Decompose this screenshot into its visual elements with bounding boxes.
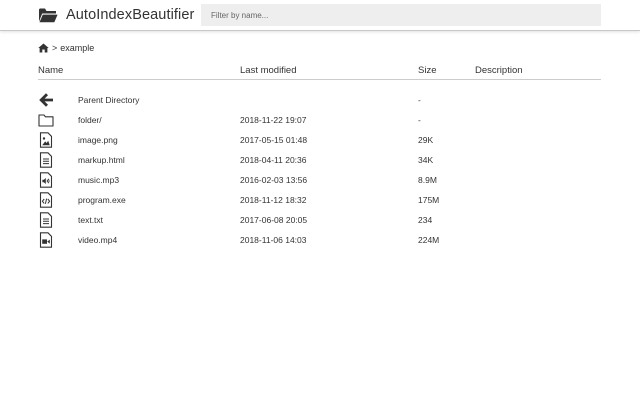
row-size: 8.9M (418, 175, 437, 185)
table-row[interactable]: folder/ 2018-11-22 19:07 - (0, 112, 640, 132)
breadcrumb-separator: > (52, 43, 58, 53)
row-name[interactable]: Parent Directory (78, 95, 139, 106)
row-name[interactable]: text.txt (78, 215, 103, 226)
row-name[interactable]: program.exe (78, 195, 126, 206)
row-size: 34K (418, 155, 434, 165)
table-row[interactable]: video.mp4 2018-11-06 14:03 224M (0, 232, 640, 252)
row-name[interactable]: video.mp4 (78, 235, 117, 246)
row-name[interactable]: music.mp3 (78, 175, 119, 186)
row-modified: 2018-04-11 20:36 (240, 155, 307, 165)
home-icon[interactable] (38, 43, 49, 53)
row-modified: 2018-11-06 14:03 (240, 235, 307, 245)
app-title: AutoIndexBeautifier (66, 7, 195, 23)
audio-file-icon (39, 172, 53, 188)
image-file-icon (39, 132, 53, 148)
row-size: 224M (418, 235, 440, 245)
code-file-icon (39, 192, 53, 208)
row-size: 29K (418, 135, 434, 145)
row-modified: 2018-11-12 18:32 (240, 195, 307, 205)
row-name[interactable]: folder/ (78, 115, 102, 126)
table-row[interactable]: Parent Directory - (0, 92, 640, 112)
header-divider (38, 79, 601, 80)
table-row[interactable]: markup.html 2018-04-11 20:36 34K (0, 152, 640, 172)
row-size: 175M (418, 195, 440, 205)
table-row[interactable]: music.mp3 2016-02-03 13:56 8.9M (0, 172, 640, 192)
column-header-description[interactable]: Description (475, 65, 523, 76)
row-modified: 2017-05-15 01:48 (240, 135, 308, 145)
row-name[interactable]: image.png (78, 135, 118, 146)
row-size: - (418, 95, 421, 105)
table-row[interactable]: program.exe 2018-11-12 18:32 175M (0, 192, 640, 212)
row-name[interactable]: markup.html (78, 155, 125, 166)
text-file-icon (39, 212, 53, 228)
row-modified: 2016-02-03 13:56 (240, 175, 308, 185)
folder-open-icon (39, 8, 58, 23)
top-header: AutoIndexBeautifier (0, 0, 640, 31)
text-file-icon (39, 152, 53, 168)
breadcrumb: > example (38, 42, 94, 54)
table-row[interactable]: image.png 2017-05-15 01:48 29K (0, 132, 640, 152)
arrow-left-icon (39, 93, 53, 107)
video-file-icon (39, 232, 53, 248)
filter-input[interactable] (201, 4, 601, 26)
row-size: - (418, 115, 421, 125)
folder-icon (38, 114, 54, 127)
row-size: 234 (418, 215, 433, 225)
breadcrumb-current: example (60, 43, 95, 53)
row-modified: 2017-06-08 20:05 (240, 215, 308, 225)
row-modified: 2018-11-22 19:07 (240, 115, 307, 125)
column-header-name[interactable]: Name (38, 65, 63, 76)
column-header-size[interactable]: Size (418, 65, 436, 76)
table-row[interactable]: text.txt 2017-06-08 20:05 234 (0, 212, 640, 232)
column-header-modified[interactable]: Last modified (240, 65, 297, 76)
